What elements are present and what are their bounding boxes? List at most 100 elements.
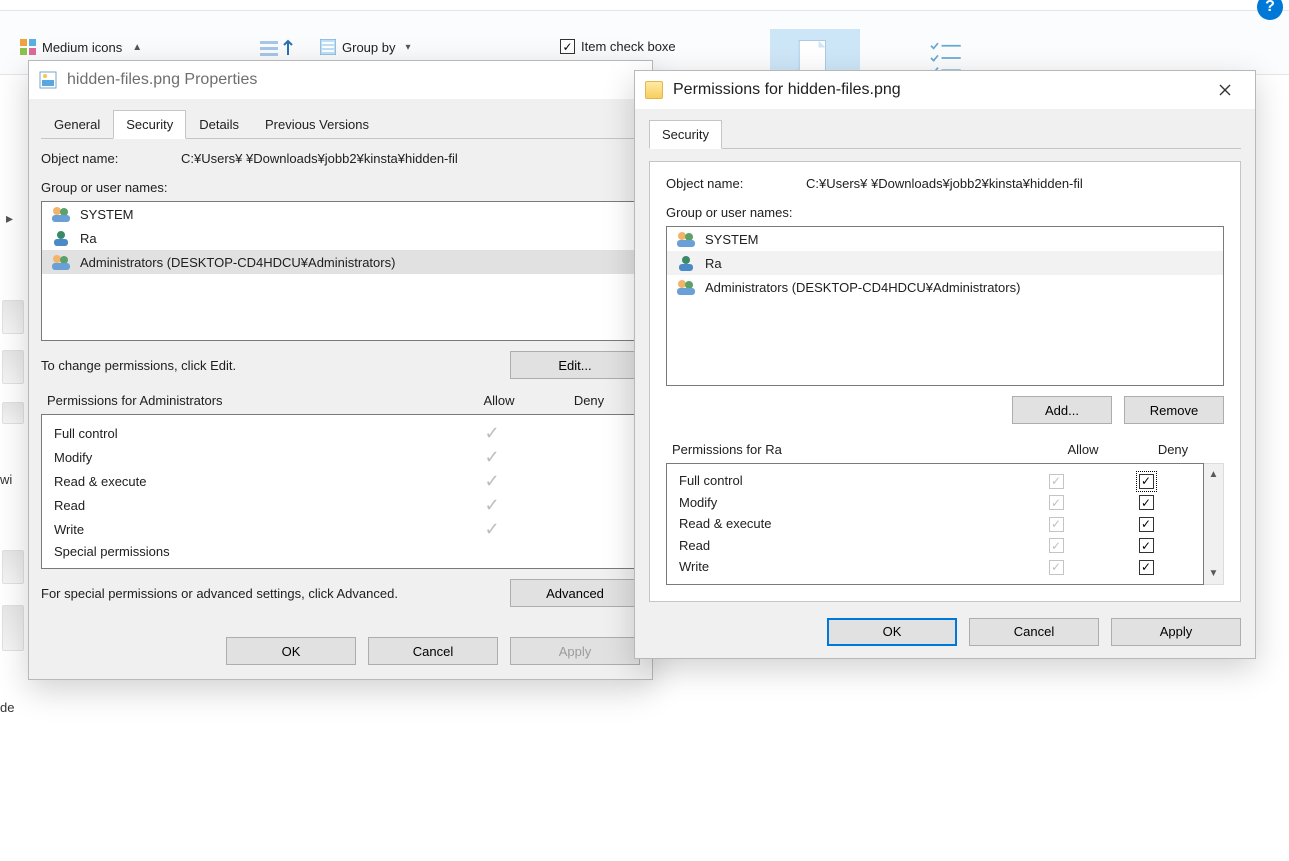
change-permissions-hint: To change permissions, click Edit. [41,358,236,373]
object-name-label: Object name: [666,176,786,191]
allow-checkbox[interactable] [1049,517,1064,532]
perm-row-modify: Modify [667,492,1203,514]
close-button[interactable] [1205,75,1245,105]
ok-button[interactable]: OK [827,618,957,646]
perm-row-read: Read ✓ [42,493,639,517]
permissions-readonly-list: Full control ✓ Modify ✓ Read & execute ✓… [41,414,640,569]
deny-checkbox[interactable] [1139,538,1154,553]
perm-row-special: Special permissions [42,541,639,562]
perm-row-full-control: Full control ✓ [42,421,639,445]
perm-row-read: Read [667,535,1203,557]
tab-general[interactable]: General [41,110,113,139]
permissions-panel: Object name: C:¥Users¥ ¥Downloads¥jobb2¥… [649,161,1241,602]
principal-item-administrators[interactable]: Administrators (DESKTOP-CD4HDCU¥Administ… [667,275,1223,299]
allow-checkbox[interactable] [1049,495,1064,510]
medium-icons-icon [20,39,36,55]
deny-column-label: Deny [1128,442,1218,457]
object-name-row: Object name: C:¥Users¥ ¥Downloads¥jobb2¥… [41,151,640,166]
principals-listbox[interactable]: SYSTEM Ra Administrators (DESKTOP-CD4HDC… [41,201,640,341]
remove-button[interactable]: Remove [1124,396,1224,424]
perm-row-read-execute: Read & execute ✓ [42,469,639,493]
ribbon-item-checkboxes-label: Item check boxe [581,39,676,54]
apply-button[interactable]: Apply [1111,618,1241,646]
perm-row-write: Write ✓ [42,517,639,541]
properties-titlebar[interactable]: hidden-files.png Properties [29,61,652,99]
group-or-user-names-label: Group or user names: [666,205,1224,220]
principal-item-ra[interactable]: Ra [42,226,639,250]
object-name-value: C:¥Users¥ ¥Downloads¥jobb2¥kinsta¥hidden… [181,151,458,166]
user-icon [675,254,697,272]
tab-details[interactable]: Details [186,110,252,139]
principal-item-system[interactable]: SYSTEM [667,227,1223,251]
checkbox-icon[interactable] [560,39,575,54]
permissions-tabs: Security [649,119,1241,149]
principal-item-ra[interactable]: Ra [667,251,1223,275]
permissions-scrollbar[interactable]: ▲ ▼ [1204,463,1224,585]
ribbon-sort-icon[interactable] [260,39,296,57]
object-name-label: Object name: [41,151,161,166]
add-button[interactable]: Add... [1012,396,1112,424]
chevron-up-icon: ▲ [132,42,142,53]
permissions-for-label: Permissions for Ra [672,442,1038,457]
users-icon [675,230,697,248]
permissions-titlebar[interactable]: Permissions for hidden-files.png [635,71,1255,109]
users-icon [675,278,697,296]
permissions-for-label: Permissions for Administrators [47,393,454,408]
check-icon: ✓ [484,495,499,515]
perm-row-write: Write [667,556,1203,578]
explorer-left-strip: ▸ wi de [0,210,28,850]
allow-checkbox[interactable] [1049,560,1064,575]
allow-checkbox[interactable] [1049,538,1064,553]
blurred-thumbnail [2,350,24,384]
permissions-dialog: Permissions for hidden-files.png Securit… [634,70,1256,659]
principals-listbox[interactable]: SYSTEM Ra Administrators (DESKTOP-CD4HDC… [666,226,1224,386]
blurred-thumbnail [2,402,24,424]
cancel-button[interactable]: Cancel [368,637,498,665]
tab-previous-versions[interactable]: Previous Versions [252,110,382,139]
deny-column-label: Deny [544,393,634,408]
edit-button[interactable]: Edit... [510,351,640,379]
check-icon: ✓ [484,423,499,443]
ribbon-medium-icons[interactable]: Medium icons ▲ [20,39,142,55]
blurred-thumbnail [2,300,24,334]
check-icon: ✓ [484,519,499,539]
blurred-thumbnail [2,605,24,651]
group-by-icon [320,39,336,55]
allow-column-label: Allow [454,393,544,408]
deny-checkbox[interactable] [1139,474,1154,489]
group-or-user-names-label: Group or user names: [41,180,640,195]
ribbon-item-checkboxes[interactable]: Item check boxe [560,39,676,54]
deny-checkbox[interactable] [1139,495,1154,510]
tab-security[interactable]: Security [113,110,186,139]
allow-column-label: Allow [1038,442,1128,457]
ribbon-medium-icons-label: Medium icons [42,40,122,55]
deny-checkbox[interactable] [1139,517,1154,532]
user-icon [50,229,72,247]
ok-button[interactable]: OK [226,637,356,665]
advanced-button[interactable]: Advanced [510,579,640,607]
cancel-button[interactable]: Cancel [969,618,1099,646]
chevron-down-icon: ▾ [405,42,410,53]
deny-checkbox[interactable] [1139,560,1154,575]
filename-fragment: wi [0,472,12,487]
ribbon-group-by[interactable]: Group by ▾ [320,39,411,55]
scroll-up-icon[interactable]: ▲ [1204,464,1223,484]
permissions-editable-list: Full control Modify Read & execute [666,463,1204,585]
tab-security[interactable]: Security [649,120,722,149]
advanced-hint: For special permissions or advanced sett… [41,586,398,601]
principal-item-administrators[interactable]: Administrators (DESKTOP-CD4HDCU¥Administ… [42,250,639,274]
principal-item-system[interactable]: SYSTEM [42,202,639,226]
permissions-header: Permissions for Ra Allow Deny [666,442,1224,463]
chevron-right-icon[interactable]: ▸ [6,210,13,227]
apply-button[interactable]: Apply [510,637,640,665]
principal-name: SYSTEM [80,207,133,222]
perm-row-modify: Modify ✓ [42,445,639,469]
users-icon [50,205,72,223]
allow-checkbox[interactable] [1049,474,1064,489]
perm-row-full-control: Full control [667,470,1203,492]
principal-name: SYSTEM [705,232,758,247]
scroll-down-icon[interactable]: ▼ [1204,564,1223,584]
properties-dialog: hidden-files.png Properties General Secu… [28,60,653,680]
filename-fragment: de [0,700,14,715]
check-icon: ✓ [484,471,499,491]
